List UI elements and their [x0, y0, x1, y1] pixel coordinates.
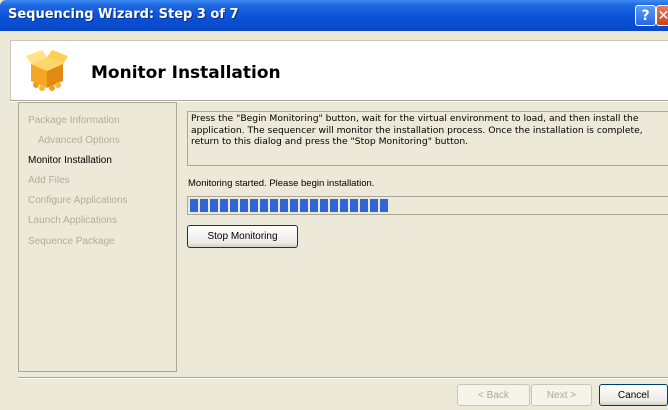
back-button[interactable]: < Back	[457, 384, 530, 406]
progress-segment	[210, 199, 218, 212]
step-launch-applications: Launch Applications	[28, 215, 117, 226]
stop-monitoring-label: Stop Monitoring	[207, 231, 278, 242]
progress-segment	[260, 199, 268, 212]
progress-segment	[200, 199, 208, 212]
progress-segment	[230, 199, 238, 212]
footer-divider	[18, 377, 668, 379]
help-icon: ?	[641, 7, 650, 24]
step-add-files: Add Files	[28, 175, 70, 186]
progress-segment	[280, 199, 288, 212]
progress-segment	[190, 199, 198, 212]
cancel-label: Cancel	[617, 389, 650, 401]
step-advanced-options: Advanced Options	[38, 135, 120, 146]
help-button[interactable]: ?	[635, 5, 656, 26]
stop-monitoring-button[interactable]: Stop Monitoring	[187, 225, 298, 248]
cancel-button[interactable]: Cancel	[599, 384, 668, 406]
progress-segment	[340, 199, 348, 212]
wizard-steps-panel: Package Information Advanced Options Mon…	[18, 102, 177, 372]
progress-segment	[300, 199, 308, 212]
page-title: Monitor Installation	[91, 63, 281, 83]
progress-segment	[380, 199, 388, 212]
step-package-information: Package Information	[28, 115, 120, 126]
progress-segment	[370, 199, 378, 212]
step-configure-applications: Configure Applications	[28, 195, 128, 206]
instructions-text: Press the "Begin Monitoring" button, wai…	[191, 113, 643, 147]
title-bar[interactable]: Sequencing Wizard: Step 3 of 7 ? ✕	[0, 0, 668, 31]
step-sequence-package: Sequence Package	[28, 236, 115, 247]
progress-segment	[250, 199, 258, 212]
progress-segment	[240, 199, 248, 212]
package-box-icon	[26, 50, 68, 91]
next-button[interactable]: Next >	[531, 384, 592, 406]
progress-segment	[220, 199, 228, 212]
next-label: Next >	[546, 389, 577, 401]
close-icon: ✕	[657, 7, 668, 24]
progress-segment	[330, 199, 338, 212]
progress-bar	[187, 196, 668, 215]
instructions-box: Press the "Begin Monitoring" button, wai…	[187, 111, 668, 166]
wizard-header: Monitor Installation	[10, 40, 668, 100]
status-text: Monitoring started. Please begin install…	[188, 178, 375, 189]
progress-segment	[290, 199, 298, 212]
progress-segment	[310, 199, 318, 212]
window-title: Sequencing Wizard: Step 3 of 7	[8, 7, 239, 22]
progress-segment	[320, 199, 328, 212]
close-button[interactable]: ✕	[656, 5, 668, 26]
back-label: < Back	[478, 389, 509, 401]
step-monitor-installation: Monitor Installation	[28, 155, 112, 166]
progress-segment	[360, 199, 368, 212]
progress-segment	[270, 199, 278, 212]
progress-fill	[190, 199, 388, 212]
progress-segment	[350, 199, 358, 212]
